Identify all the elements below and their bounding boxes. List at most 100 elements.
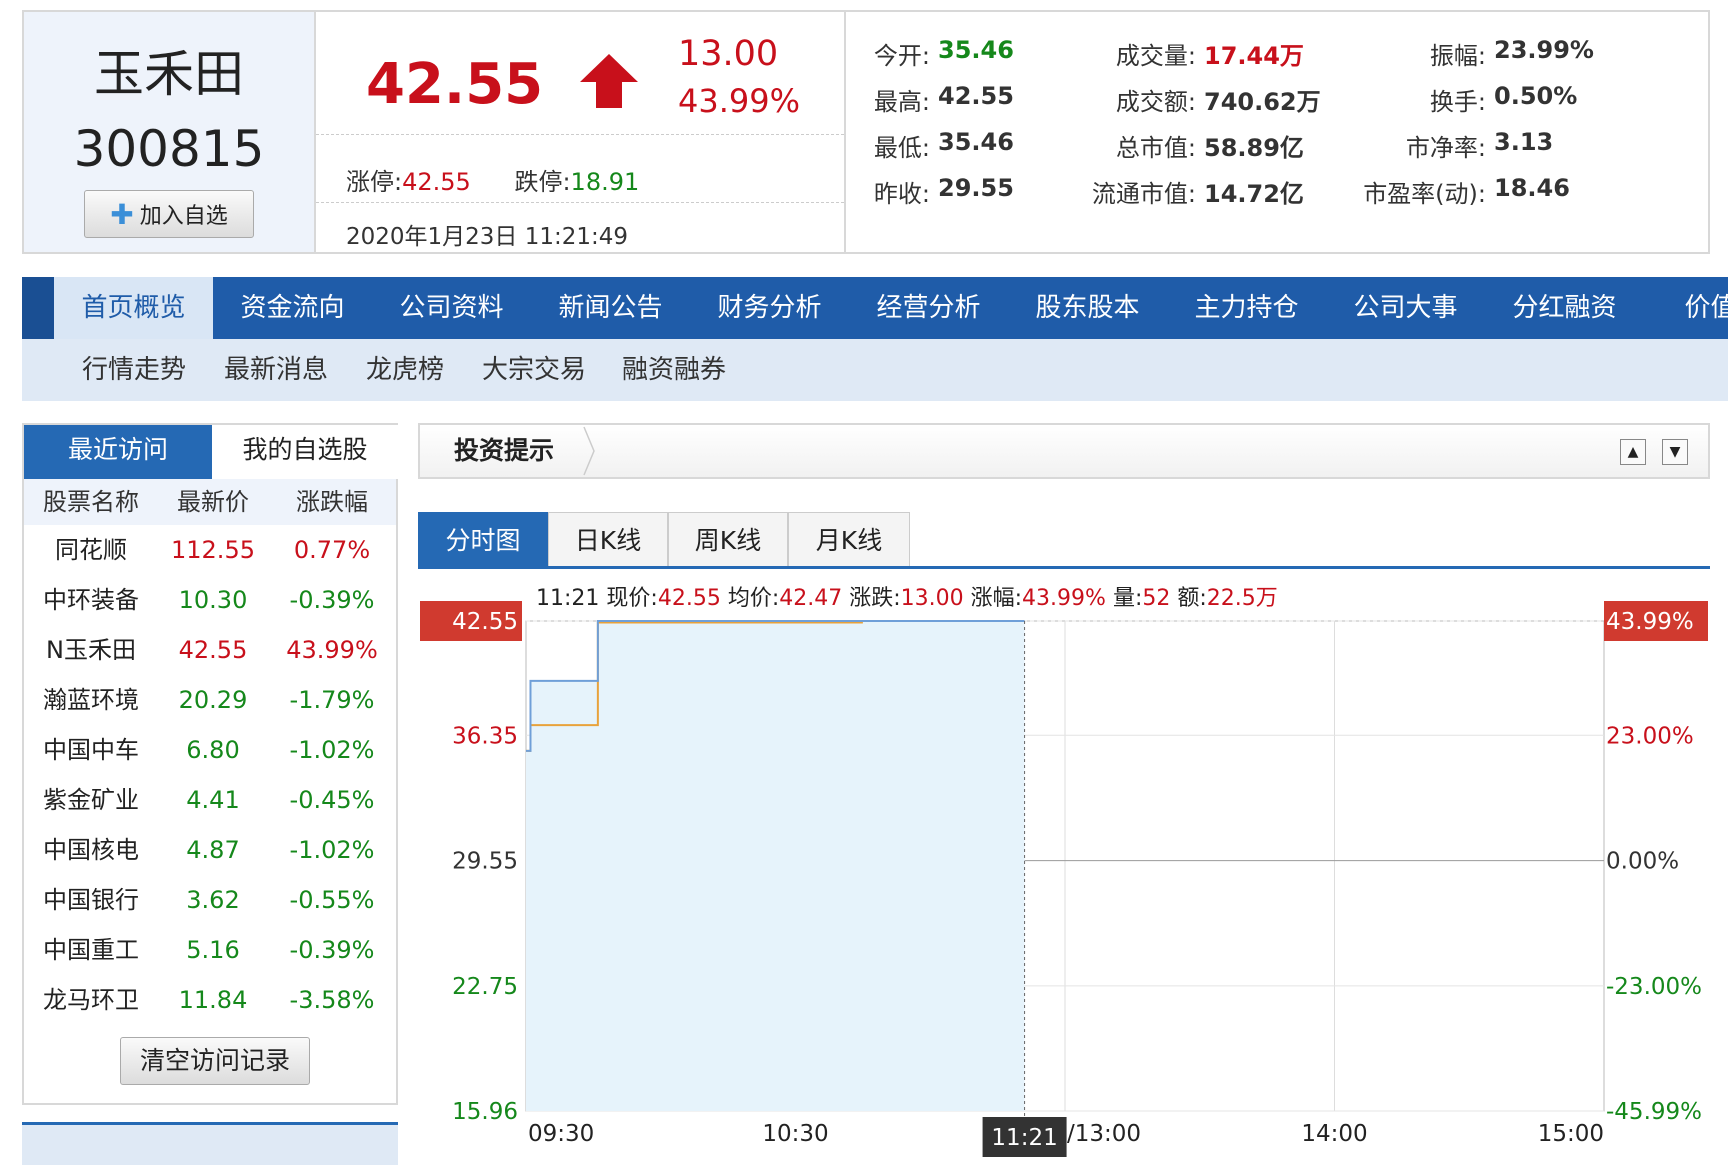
stock-name-cell: 龙马环卫	[43, 986, 139, 1014]
column-header-name: 股票名称	[43, 488, 139, 516]
table-row[interactable]: 中环装备 10.30 -0.39%	[24, 575, 396, 625]
subnav-item[interactable]: 大宗交易	[482, 339, 586, 401]
y-axis-label-right: 23.00%	[1606, 723, 1694, 749]
x-axis-label: 11:21	[991, 1125, 1057, 1151]
plus-icon: ✚	[110, 197, 134, 231]
y-axis-label-left: 29.55	[452, 849, 518, 875]
sub-nav: 行情走势 最新消息 龙虎榜 大宗交易 融资融券	[22, 339, 1728, 401]
stock-price-cell: 11.84	[178, 986, 248, 1014]
subnav-item[interactable]: 龙虎榜	[366, 339, 444, 401]
stock-change-cell: -0.45%	[289, 786, 375, 814]
stock-change-cell: -0.39%	[289, 586, 375, 614]
limit-down-value: 18.91	[570, 168, 640, 196]
nav-item[interactable]: 经营分析	[849, 277, 1008, 339]
chart-tab[interactable]: 分时图	[418, 512, 548, 568]
y-axis-label-right: -23.00%	[1606, 974, 1702, 1000]
chart-tab[interactable]: 日K线	[548, 512, 668, 568]
table-row[interactable]: 同花顺 112.55 0.77%	[24, 525, 396, 575]
chart-info-part: 现价:	[606, 586, 657, 611]
table-row[interactable]: 中国核电 4.87 -1.02%	[24, 825, 396, 875]
tab-recent[interactable]: 最近访问	[24, 425, 212, 479]
price-box: 42.55 13.00 43.99% 涨停:42.55 跌停:18.91 202…	[316, 12, 846, 252]
table-row[interactable]: 紫金矿业 4.41 -0.45%	[24, 775, 396, 825]
stat-value: 740.62万	[1204, 88, 1321, 116]
subnav-item[interactable]: 融资融券	[622, 339, 726, 401]
chart-info-part: 11:21	[536, 586, 606, 611]
nav-item[interactable]: 首页概览	[54, 277, 213, 339]
stock-change-cell: 0.77%	[293, 536, 371, 564]
nav-item[interactable]: 财务分析	[690, 277, 849, 339]
stock-price-cell: 20.29	[178, 686, 248, 714]
nav-item[interactable]: 主力持仓	[1167, 277, 1326, 339]
y-axis-label-right: -45.99%	[1606, 1099, 1702, 1125]
price-limits: 涨停:42.55 跌停:18.91	[346, 162, 639, 197]
nav-accent	[22, 277, 54, 339]
x-axis-label: 09:30	[528, 1121, 594, 1147]
tab-watchlist[interactable]: 我的自选股	[212, 425, 398, 479]
divider	[316, 202, 844, 203]
stock-change-cell: -1.79%	[289, 686, 375, 714]
stat-label: 成交额:	[1115, 88, 1196, 116]
stats-panel: 今开: 35.46 最高: 42.55 最低: 35.46 昨收: 29.55 成交量: 17.4…	[846, 12, 1708, 252]
table-row[interactable]: 龙马环卫 11.84 -3.58%	[24, 975, 396, 1025]
stat-label: 最低:	[873, 134, 930, 162]
stock-change-cell: -0.55%	[289, 886, 375, 914]
stat-value: 42.55	[938, 82, 1014, 110]
chart-tab[interactable]: 周K线	[668, 512, 788, 568]
stock-name-cell: 中国银行	[43, 886, 139, 914]
chart-info-part: 涨跌:	[849, 586, 900, 611]
stock-name-cell: 同花顺	[55, 536, 127, 564]
price-change: 13.00	[678, 34, 779, 74]
price-change-pct: 43.99%	[678, 82, 801, 120]
table-row[interactable]: 瀚蓝环境 20.29 -1.79%	[24, 675, 396, 725]
add-to-watchlist-button[interactable]: ✚ 加入自选	[84, 190, 254, 238]
x-axis-label: 10:30	[762, 1121, 828, 1147]
clear-history-button[interactable]: 清空访问记录	[120, 1037, 310, 1085]
stock-name-cell: 中国中车	[43, 736, 139, 764]
stat-label: 市盈率(动):	[1363, 180, 1486, 208]
stat-label: 总市值:	[1115, 134, 1196, 162]
limit-up-label: 涨停:	[346, 168, 403, 196]
table-row[interactable]: 中国银行 3.62 -0.55%	[24, 875, 396, 925]
stock-code: 300815	[73, 120, 265, 178]
stat-label: 振幅:	[1429, 42, 1486, 70]
chart-info-part: 52	[1142, 586, 1177, 611]
stat-value: 0.50%	[1494, 82, 1578, 110]
nav-item[interactable]: 公司大事	[1326, 277, 1485, 339]
collapse-down-button[interactable]: ▼	[1662, 439, 1688, 465]
table-header: 股票名称 最新价 涨跌幅	[24, 479, 396, 525]
main-nav: 首页概览 资金流向 公司资料 新闻公告 财务分析 经营分析 股东股本 主力持仓 公司大事 分红融资…	[22, 277, 1728, 339]
add-to-watchlist-label: 加入自选	[139, 204, 228, 229]
chart-info-line: 11:21 现价:42.55 均价:42.47 涨跌:13.00 涨幅:43.9…	[536, 586, 1278, 611]
investment-tips-bar: 投资提示 ▲ ▼	[418, 423, 1710, 479]
nav-item[interactable]: 公司资料	[372, 277, 531, 339]
stat-value: 23.99%	[1494, 36, 1594, 64]
nav-item[interactable]: 价值分	[1644, 277, 1728, 339]
y-axis-label-right: 43.99%	[1606, 609, 1694, 635]
nav-item[interactable]: 分红融资	[1485, 277, 1644, 339]
company-profile-panel	[22, 1122, 398, 1165]
stat-value: 18.46	[1494, 174, 1570, 202]
chevron-right-icon	[583, 426, 595, 476]
stat-label: 流通市值:	[1091, 180, 1196, 208]
table-row[interactable]: N玉禾田 42.55 43.99%	[24, 625, 396, 675]
stat-label: 成交量:	[1115, 42, 1196, 70]
tips-title: 投资提示	[454, 436, 555, 465]
stat-label: 今开:	[873, 42, 930, 70]
column-header-price: 最新价	[177, 488, 249, 516]
nav-item[interactable]: 新闻公告	[531, 277, 690, 339]
stock-name: 玉禾田	[94, 45, 244, 103]
nav-item[interactable]: 股东股本	[1008, 277, 1167, 339]
subnav-item[interactable]: 最新消息	[224, 339, 328, 401]
nav-item[interactable]: 资金流向	[213, 277, 372, 339]
chart-info-part: 42.55	[658, 586, 728, 611]
stat-value: 14.72亿	[1204, 180, 1304, 208]
stock-price-cell: 42.55	[178, 636, 248, 664]
subnav-item[interactable]: 行情走势	[82, 339, 186, 401]
stock-change-cell: -3.58%	[289, 986, 375, 1014]
table-row[interactable]: 中国中车 6.80 -1.02%	[24, 725, 396, 775]
chart-tab[interactable]: 月K线	[788, 512, 910, 568]
intraday-chart[interactable]: 11:21 现价:42.55 均价:42.47 涨跌:13.00 涨幅:43.9…	[418, 569, 1710, 1157]
table-row[interactable]: 中国重工 5.16 -0.39%	[24, 925, 396, 975]
collapse-up-button[interactable]: ▲	[1620, 439, 1646, 465]
